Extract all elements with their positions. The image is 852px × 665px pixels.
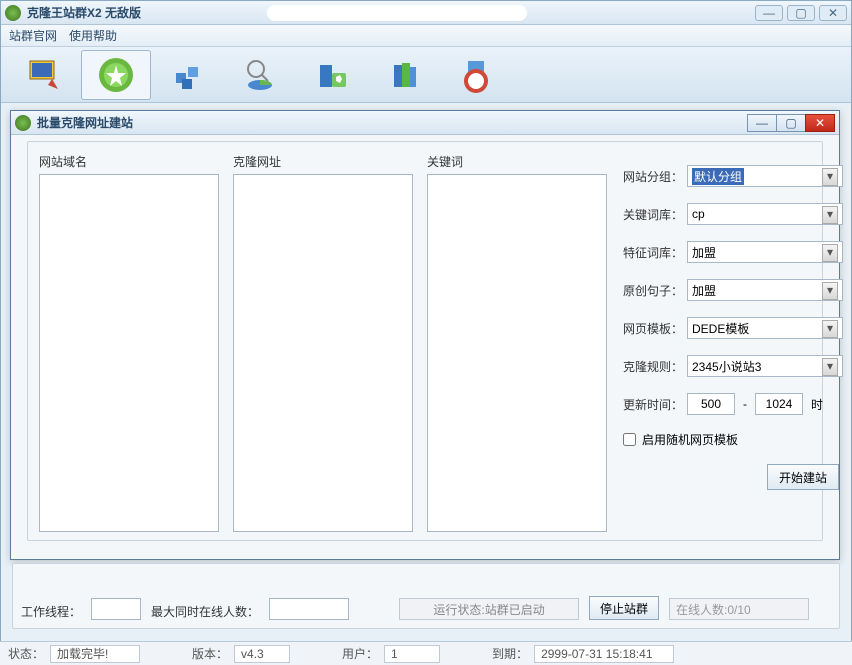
- child-close-button[interactable]: ✕: [805, 114, 835, 132]
- domain-label: 网站域名: [39, 153, 219, 170]
- maxonline-label: 最大同时在线人数：: [151, 603, 259, 620]
- minimize-button[interactable]: —: [755, 5, 783, 21]
- bottom-panel: 工作线程： 最大同时在线人数： 运行状态:站群已启动 停止站群 在线人数:0/1…: [12, 563, 840, 629]
- run-status-box: 运行状态:站群已启动: [399, 598, 579, 620]
- menu-website[interactable]: 站群官网: [9, 27, 57, 44]
- child-maximize-button[interactable]: ▢: [776, 114, 806, 132]
- maxonline-input[interactable]: [269, 598, 349, 620]
- child-minimize-button[interactable]: —: [747, 114, 777, 132]
- search-chart-icon: [240, 55, 280, 95]
- updatetime-sep: -: [743, 397, 747, 411]
- clone-textarea[interactable]: [233, 174, 413, 532]
- sb-version-label: 版本：: [192, 645, 228, 662]
- rule-label: 克隆规则：: [623, 358, 687, 375]
- template-select[interactable]: DEDE模板: [687, 317, 843, 339]
- main-window: 克隆王站群X2 无敌版 — ▢ ✕ 站群官网 使用帮助: [0, 0, 852, 665]
- maximize-button[interactable]: ▢: [787, 5, 815, 21]
- featurelib-label: 特征词库：: [623, 244, 687, 261]
- books-icon: [384, 55, 424, 95]
- sb-expire-field: 2999-07-31 15:18:41: [534, 645, 674, 663]
- title-blank-area: [267, 5, 527, 21]
- thread-label: 工作线程：: [21, 603, 81, 620]
- domain-textarea[interactable]: [39, 174, 219, 532]
- start-build-button[interactable]: 开始建站: [767, 464, 839, 490]
- statusbar: 状态： 加载完毕! 版本： v4.3 用户： 1 到期： 2999-07-31 …: [0, 641, 852, 665]
- toolbar-btn-7[interactable]: [441, 50, 511, 100]
- toolbar: [1, 47, 851, 103]
- green-star-icon: [96, 55, 136, 95]
- child-body: 网站域名 克隆网址 关键词 网站分组： 默认分组: [11, 135, 839, 551]
- group-select[interactable]: 默认分组: [687, 165, 843, 187]
- sentence-label: 原创句子：: [623, 282, 687, 299]
- child-app-icon: [15, 115, 31, 131]
- thread-input[interactable]: [91, 598, 141, 620]
- sentence-select[interactable]: 加盟: [687, 279, 843, 301]
- group-label: 网站分组：: [623, 168, 687, 185]
- menu-help[interactable]: 使用帮助: [69, 27, 117, 44]
- settings-area: 网站分组： 默认分组 关键词库： cp 特征词库： 加盟 原创句子： 加盟 网页…: [623, 165, 843, 490]
- sb-user-label: 用户：: [342, 645, 378, 662]
- monitor-icon: [24, 55, 64, 95]
- random-template-checkbox[interactable]: [623, 433, 636, 446]
- recycle-icon: [312, 55, 352, 95]
- sb-version-field: v4.3: [234, 645, 290, 663]
- main-titlebar: 克隆王站群X2 无敌版 — ▢ ✕: [1, 1, 851, 25]
- sb-status-field: 加载完毕!: [50, 645, 140, 663]
- columns-area: 网站域名 克隆网址 关键词: [39, 153, 607, 535]
- toolbar-btn-3[interactable]: [153, 50, 223, 100]
- random-template-label: 启用随机网页模板: [642, 431, 738, 448]
- toolbar-btn-1[interactable]: [9, 50, 79, 100]
- main-title: 克隆王站群X2 无敌版: [27, 4, 255, 21]
- sb-status-label: 状态：: [8, 645, 44, 662]
- keyword-label: 关键词: [427, 153, 607, 170]
- sb-user-field: 1: [384, 645, 440, 663]
- online-count-box: 在线人数:0/10: [669, 598, 809, 620]
- stop-button[interactable]: 停止站群: [589, 596, 659, 620]
- keyword-textarea[interactable]: [427, 174, 607, 532]
- app-icon: [5, 5, 21, 21]
- cubes-icon: [168, 55, 208, 95]
- keywordlib-select[interactable]: cp: [687, 203, 843, 225]
- toolbar-btn-6[interactable]: [369, 50, 439, 100]
- toolbar-btn-4[interactable]: [225, 50, 295, 100]
- updatetime-unit: 时: [811, 396, 823, 413]
- keywordlib-label: 关键词库：: [623, 206, 687, 223]
- toolbar-btn-5[interactable]: [297, 50, 367, 100]
- lifebuoy-icon: [456, 55, 496, 95]
- rule-select[interactable]: 2345小说站3: [687, 355, 843, 377]
- clone-label: 克隆网址: [233, 153, 413, 170]
- child-title: 批量克隆网址建站: [37, 114, 748, 131]
- toolbar-btn-2[interactable]: [81, 50, 151, 100]
- close-button[interactable]: ✕: [819, 5, 847, 21]
- featurelib-select[interactable]: 加盟: [687, 241, 843, 263]
- child-titlebar: 批量克隆网址建站 — ▢ ✕: [11, 111, 839, 135]
- template-label: 网页模板：: [623, 320, 687, 337]
- updatetime-to-input[interactable]: [755, 393, 803, 415]
- sb-expire-label: 到期：: [492, 645, 528, 662]
- menubar: 站群官网 使用帮助: [1, 25, 851, 47]
- updatetime-label: 更新时间：: [623, 396, 687, 413]
- child-window: 批量克隆网址建站 — ▢ ✕ 网站域名 克隆网址 关键词: [10, 110, 840, 560]
- updatetime-from-input[interactable]: [687, 393, 735, 415]
